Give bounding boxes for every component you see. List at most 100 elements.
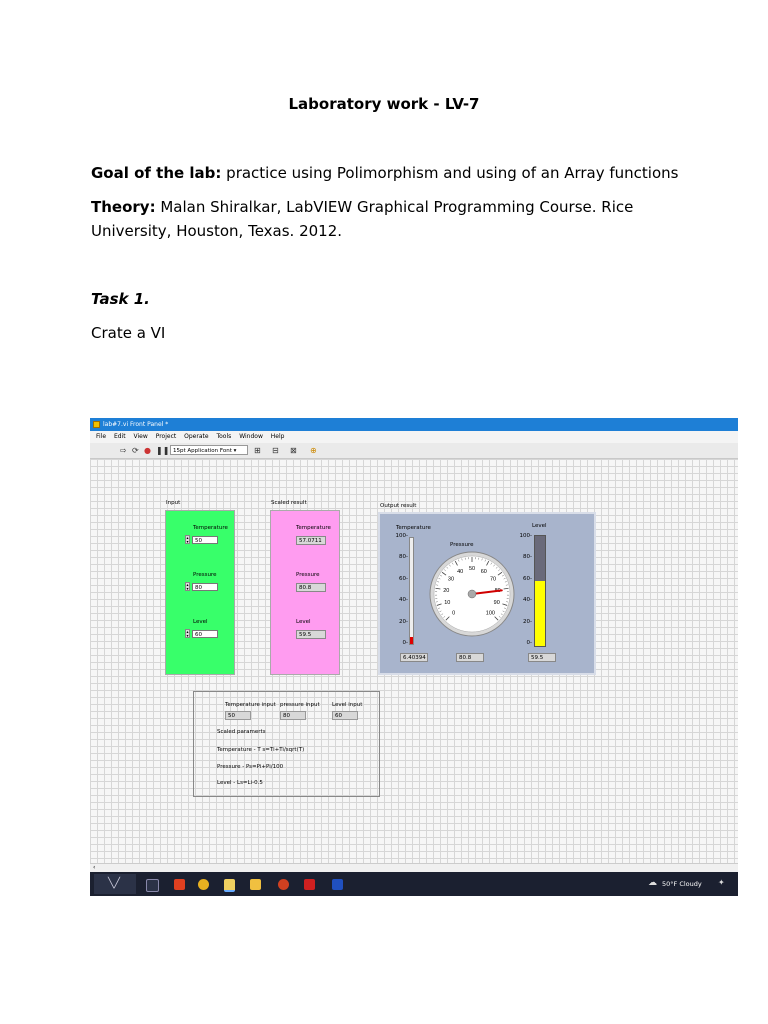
pressure-formula: Pressure - Ps=Pi+Pi/100 — [217, 764, 284, 770]
input-level-label: Level — [193, 619, 208, 625]
pause-icon[interactable]: ❚❚ — [156, 446, 169, 455]
file-explorer-icon[interactable] — [224, 879, 235, 892]
scaled-level-label: Level — [296, 619, 311, 625]
gauge-tick-label: 60 — [481, 569, 487, 575]
level-formula: Level - Ls=Li-0.5 — [217, 780, 263, 786]
gauge-tick-label: 90 — [494, 600, 500, 606]
theory-text: Malan Shiralkar, LabVIEW Graphical Progr… — [91, 198, 634, 240]
output-temperature-label: Temperature — [396, 525, 431, 531]
cloud-icon: ☁ — [648, 878, 657, 888]
scaled-pressure-indicator: 80.8 — [296, 583, 326, 592]
distribute-objects-icon[interactable]: ⊟ — [272, 446, 279, 455]
pressure-spinner[interactable]: ▴ ▾ — [185, 582, 190, 591]
scaled-parameters-heading: Scaled paramerts — [217, 729, 266, 735]
scaled-pressure-label: Pressure — [296, 572, 320, 578]
menu-tools[interactable]: Tools — [216, 431, 231, 443]
folder-icon[interactable] — [250, 879, 261, 890]
menu-window[interactable]: Window — [239, 431, 263, 443]
thermometer-scale: 100- 80- 60- 40- 20- 0- — [395, 533, 408, 646]
document-title: Laboratory work - LV-7 — [288, 95, 480, 113]
toolbar: ⇨ ⟳ ● ❚❚ 15pt Application Font ▾ ⊞ ⊟ ⊠ ⊕ — [90, 443, 738, 459]
output-level-indicator: 59.5 — [528, 653, 556, 662]
run-arrow-icon[interactable]: ⇨ — [120, 446, 127, 455]
gauge-tick-label: 30 — [448, 577, 454, 583]
scroll-left-arrow-icon[interactable]: ‹ — [93, 864, 95, 871]
gauge-tick-label: 70 — [490, 577, 496, 583]
gauge-tick-label: 40 — [457, 569, 463, 575]
output-pressure-indicator: 80.8 — [456, 653, 484, 662]
task-heading: Task 1. — [91, 290, 150, 308]
task-view-icon[interactable] — [146, 879, 159, 892]
scaled-temperature-indicator: 57.0711 — [296, 536, 326, 545]
weather-text[interactable]: 50°F Cloudy — [662, 880, 702, 888]
run-continuous-icon[interactable]: ⟳ — [132, 446, 139, 455]
level-input-indicator: 60 — [332, 711, 358, 720]
level-input[interactable]: 60 — [192, 630, 218, 638]
menu-bar: File Edit View Project Operate Tools Win… — [90, 431, 738, 443]
gauge-tick-label: 20 — [443, 588, 449, 594]
menu-file[interactable]: File — [96, 431, 106, 443]
level-spinner[interactable]: ▴ ▾ — [185, 629, 190, 638]
powerpoint-icon[interactable] — [278, 879, 289, 890]
word-icon[interactable] — [332, 879, 343, 890]
scaled-panel: Temperature 57.0711 Pressure 80.8 Level … — [270, 510, 340, 675]
input-temperature-label: Temperature — [193, 525, 228, 531]
window-title: lab#7.vi Front Panel * — [103, 421, 169, 428]
windows-taskbar: ╲╱ ☁ 50°F Cloudy ✦ — [90, 872, 738, 896]
chrome-icon[interactable] — [198, 879, 209, 890]
gauge-tick-label: 50 — [469, 566, 475, 572]
menu-help[interactable]: Help — [271, 431, 285, 443]
menu-view[interactable]: View — [134, 431, 148, 443]
acrobat-icon[interactable] — [304, 879, 315, 890]
window-titlebar[interactable]: lab#7.vi Front Panel * — [90, 418, 738, 431]
font-selector[interactable]: 15pt Application Font ▾ — [170, 445, 248, 455]
temperature-spinner[interactable]: ▴ ▾ — [185, 535, 190, 544]
level-tank — [534, 535, 546, 647]
level-scale: 100- 80- 60- 40- 20- 0- — [519, 533, 532, 646]
start-button-icon[interactable]: ╲╱ — [94, 874, 136, 894]
temp-input-indicator: 50 — [225, 711, 251, 720]
summary-box: Temperature input pressure input Level i… — [193, 691, 380, 797]
pressure-input[interactable]: 80 — [192, 583, 218, 591]
goal-paragraph: Goal of the lab: practice using Polimorp… — [91, 161, 678, 185]
level-tank-fill — [535, 580, 545, 646]
input-pressure-label: Pressure — [193, 572, 217, 578]
abort-icon[interactable]: ● — [144, 446, 151, 455]
goal-text: practice using Polimorphism and using of… — [221, 164, 679, 182]
temperature-formula: Temperature - T s=Ti+Ti/sqrt(T) — [217, 747, 305, 753]
reorder-icon[interactable]: ⊕ — [310, 446, 317, 455]
output-pressure-label: Pressure — [450, 542, 474, 548]
output-panel: Temperature Pressure Level 100- 80- 60- … — [378, 512, 596, 675]
menu-project[interactable]: Project — [156, 431, 177, 443]
align-objects-icon[interactable]: ⊞ — [254, 446, 261, 455]
menu-edit[interactable]: Edit — [114, 431, 126, 443]
output-temperature-indicator: 6.40394 — [400, 653, 428, 662]
task-text: Crate a VI — [91, 324, 166, 342]
gauge-tick-label: 100 — [486, 610, 495, 616]
input-section-label: Input — [166, 500, 181, 506]
scaled-level-indicator: 59.5 — [296, 630, 326, 639]
temp-input-label: Temperature input — [225, 702, 276, 708]
menu-operate[interactable]: Operate — [184, 431, 208, 443]
labview-app-icon — [93, 421, 100, 428]
pressure-input-label: pressure input — [280, 702, 320, 708]
scaled-temperature-label: Temperature — [296, 525, 331, 531]
pressure-gauge: 0102030405060708090100 — [429, 551, 515, 637]
gauge-tick-label: 10 — [444, 600, 450, 606]
pressure-input-indicator: 80 — [280, 711, 306, 720]
theory-label: Theory: — [91, 198, 156, 216]
gauge-tick-label: 0 — [452, 610, 455, 616]
resize-objects-icon[interactable]: ⊠ — [290, 446, 297, 455]
temperature-input[interactable]: 50 — [192, 536, 218, 544]
input-panel: Temperature ▴ ▾ 50 Pressure ▴ ▾ 80 Level ▴… — [165, 510, 235, 675]
level-input-label: Level input — [332, 702, 363, 708]
theory-paragraph: Theory: Malan Shiralkar, LabVIEW Graphic… — [91, 195, 651, 243]
network-icon[interactable]: ✦ — [718, 878, 725, 887]
labview-taskbar-icon[interactable] — [174, 879, 185, 890]
goal-label: Goal of the lab: — [91, 164, 222, 182]
thermometer-fill — [410, 637, 413, 644]
front-panel-canvas: Input Scaled result Output result Temper… — [90, 459, 738, 863]
thermometer-tube — [409, 537, 414, 645]
labview-screenshot: lab#7.vi Front Panel * File Edit View Pr… — [90, 418, 738, 896]
output-section-label: Output result — [380, 503, 417, 509]
